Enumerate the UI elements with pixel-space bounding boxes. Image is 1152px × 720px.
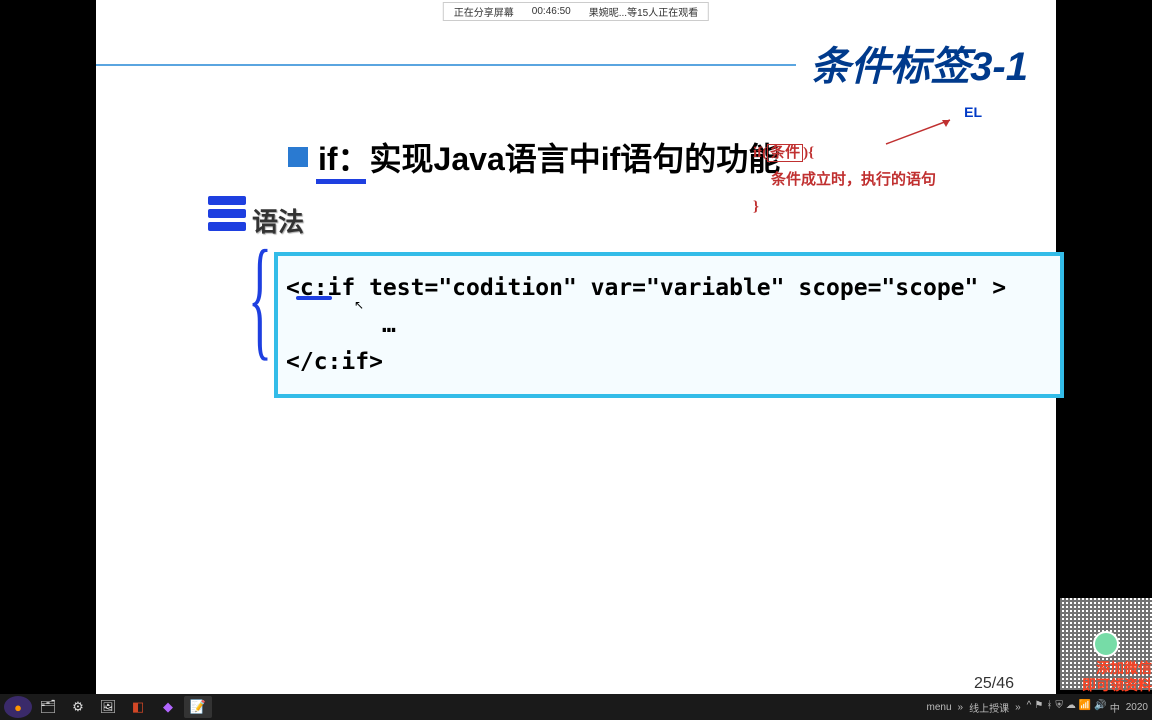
tray-flag-icon[interactable]: ⚑: [1034, 700, 1043, 715]
share-viewers: 果婉昵...等15人正在观看: [589, 4, 698, 19]
system-tray[interactable]: ^ ⚑ ᚼ ⛨ ☁ 📶 🔊 中: [1027, 700, 1120, 715]
intellij-icon[interactable]: ◆: [154, 696, 182, 718]
taskbar-right: menu » 线上授课 » ^ ⚑ ᚼ ⛨ ☁ 📶 🔊 中 2020: [927, 700, 1148, 715]
powerpoint-icon[interactable]: ◧: [124, 696, 152, 718]
wechat-icon: [1093, 631, 1119, 657]
app-icon-2[interactable]: 🖼: [94, 696, 122, 718]
slide: 正在分享屏幕 00:46:50 果婉昵...等15人正在观看 条件标签3-1 i…: [96, 0, 1056, 694]
firefox-icon[interactable]: ●: [4, 696, 32, 718]
taskbar-left: ● 🗂 ⚙ 🖼 ◧ ◆ 📝: [4, 696, 212, 718]
code-box: <c:if test="codition" var="variable" sco…: [274, 252, 1064, 398]
if-condition: 条件: [767, 144, 803, 162]
app-icon-1[interactable]: ⚙: [64, 696, 92, 718]
pseudo-code-diagram: if(条件){ 条件成立时，执行的语句 }: [753, 140, 936, 221]
tray-bluetooth-icon[interactable]: ᚼ: [1046, 700, 1052, 715]
share-status: 正在分享屏幕: [454, 4, 514, 19]
slide-title: 条件标签3-1: [810, 34, 1028, 92]
annotation-brace: {: [248, 231, 272, 366]
files-icon[interactable]: 🗂: [34, 696, 62, 718]
el-label: EL: [964, 104, 982, 120]
taskbar[interactable]: ● 🗂 ⚙ 🖼 ◧ ◆ 📝 menu » 线上授课 » ^ ⚑ ᚼ ⛨ ☁ 📶 …: [0, 694, 1152, 720]
if-body: 条件成立时，执行的语句: [771, 172, 936, 188]
tray-year: 2020: [1126, 702, 1148, 713]
code-line-1: <c:if test="codition" var="variable" sco…: [286, 270, 1052, 307]
title-divider: [96, 64, 796, 66]
tray-shield-icon[interactable]: ⛨: [1055, 700, 1063, 715]
tray-volume-icon[interactable]: 🔊: [1094, 700, 1106, 715]
if-brace-close: }: [753, 199, 759, 215]
annotation-underline-cif: [296, 296, 332, 300]
page-number: 25/46: [974, 675, 1014, 693]
bullet-row: if：实现Java语言中if语句的功能: [288, 134, 780, 180]
bullet-text: if：实现Java语言中if语句的功能: [318, 134, 780, 180]
menu-label[interactable]: menu: [927, 702, 952, 713]
share-time: 00:46:50: [532, 6, 571, 17]
screen-share-banner: 正在分享屏幕 00:46:50 果婉昵...等15人正在观看: [443, 2, 709, 21]
annotation-underline-if: [316, 176, 366, 184]
qr-caption: 添加微信 即可领资料: [1082, 660, 1152, 694]
code-line-2: …: [286, 307, 1052, 344]
bullet-marker-icon: [288, 147, 308, 167]
tray-cloud-icon[interactable]: ☁: [1066, 700, 1076, 715]
editor-icon[interactable]: 📝: [184, 696, 212, 718]
tray-network-icon[interactable]: 📶: [1079, 700, 1091, 715]
status-label[interactable]: 线上授课: [969, 700, 1009, 715]
cursor-pointer-icon: ↖: [354, 298, 364, 312]
if-close: ){: [803, 145, 814, 161]
code-line-3: </c:if>: [286, 344, 1052, 381]
annotation-bars: [208, 196, 246, 235]
tray-up-icon[interactable]: ^: [1027, 700, 1032, 715]
qr-caption-1: 添加微信: [1082, 660, 1152, 677]
if-open: if(: [753, 145, 767, 161]
tray-ime-icon[interactable]: 中: [1110, 700, 1120, 715]
qr-caption-2: 即可领资料: [1082, 677, 1152, 694]
